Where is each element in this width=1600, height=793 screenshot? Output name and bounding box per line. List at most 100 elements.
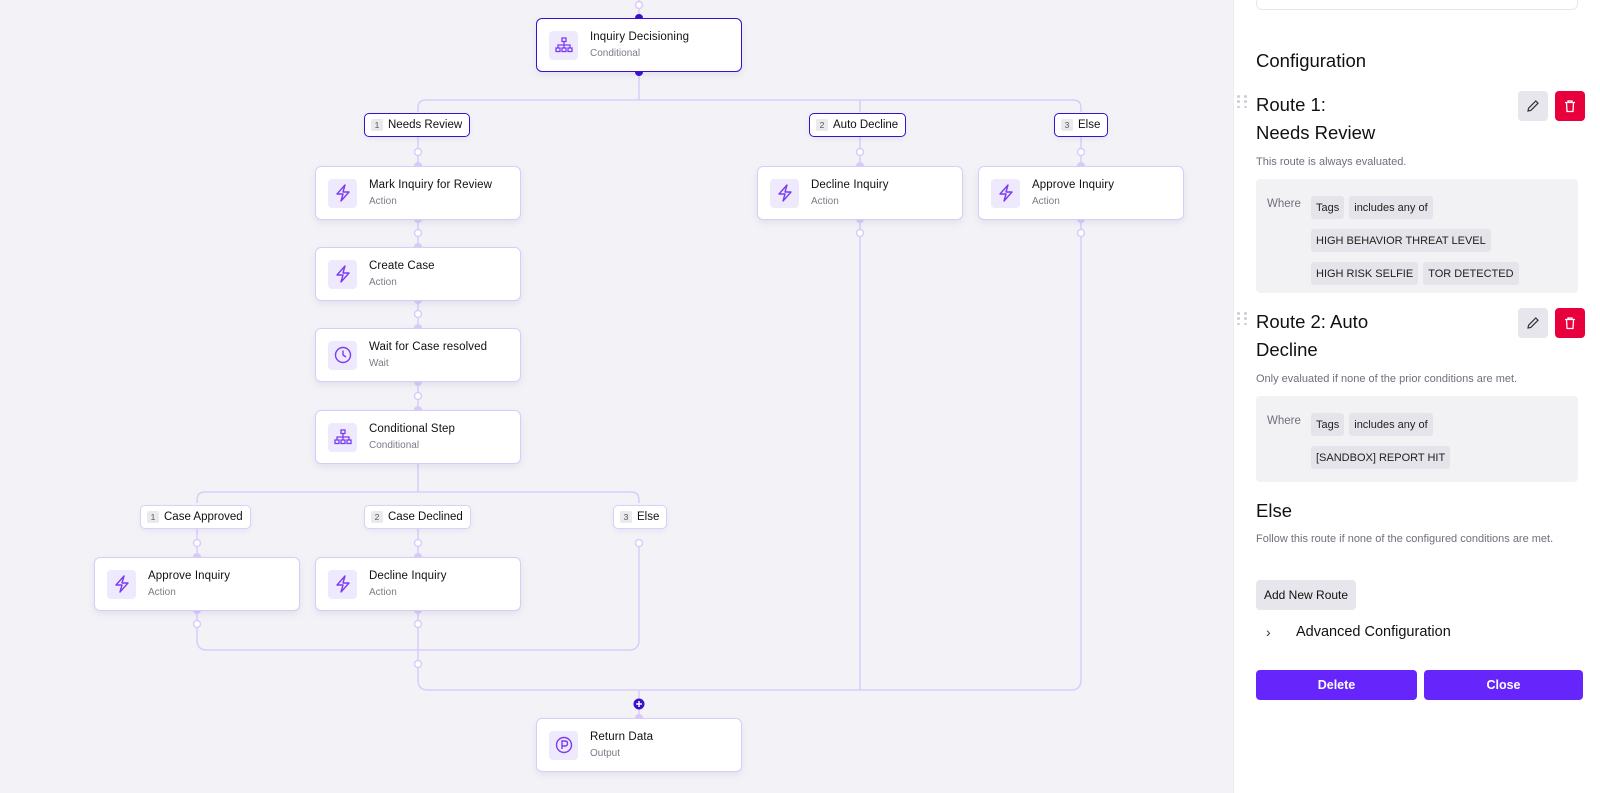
delete-route-button[interactable]: [1555, 91, 1585, 121]
chevron-right-icon: ›: [1266, 624, 1271, 640]
node-inquiry-decisioning[interactable]: Inquiry Decisioning Conditional: [536, 18, 742, 72]
where-label: Where: [1267, 415, 1301, 427]
configuration-panel: Configuration Route 1: Needs Review This…: [1233, 0, 1600, 793]
route-description: Only evaluated if none of the prior cond…: [1256, 373, 1518, 385]
delete-route-button[interactable]: [1555, 308, 1585, 338]
route-title-line2: Needs Review: [1256, 122, 1376, 143]
condition-value[interactable]: [SANDBOX] REPORT HIT: [1311, 446, 1451, 469]
connector-handle[interactable]: [413, 659, 423, 669]
clock-icon: [328, 340, 357, 370]
branch-case-approved[interactable]: 1 Case Approved: [140, 505, 251, 529]
branch-label: Needs Review: [388, 119, 463, 131]
connector-handle[interactable]: [855, 147, 865, 157]
hierarchy-icon: [549, 30, 578, 60]
workflow-canvas[interactable]: Inquiry Decisioning Conditional Mark Inqu…: [0, 0, 1233, 793]
node-decline-inquiry[interactable]: Decline Inquiry Action: [757, 166, 963, 220]
route-title-line2: Decline: [1256, 339, 1318, 360]
branch-number: 2: [816, 119, 828, 131]
branch-number: 3: [620, 511, 632, 523]
edit-route-button[interactable]: [1518, 91, 1548, 121]
route-title: Route 1: Needs Review: [1256, 91, 1496, 147]
condition-value[interactable]: HIGH RISK SELFIE: [1311, 262, 1419, 285]
connector-handle[interactable]: [192, 619, 202, 629]
drag-handle-icon[interactable]: [1237, 95, 1247, 109]
connector-handle[interactable]: [1076, 147, 1086, 157]
route-condition: Where Tags includes any of [SANDBOX] REP…: [1256, 396, 1578, 482]
node-approve-inquiry[interactable]: Approve Inquiry Action: [978, 166, 1184, 220]
delete-button[interactable]: Delete: [1256, 670, 1417, 700]
node-title: Create Case: [369, 260, 435, 272]
branch-else[interactable]: 3 Else: [1054, 113, 1109, 137]
node-wait-case-resolved[interactable]: Wait for Case resolved Wait: [315, 328, 521, 382]
advanced-configuration-toggle[interactable]: › Advanced Configuration: [1266, 624, 1451, 640]
connector-handle[interactable]: [855, 228, 865, 238]
node-decline-inquiry[interactable]: Decline Inquiry Action: [315, 557, 521, 611]
advanced-configuration-label: Advanced Configuration: [1296, 624, 1451, 640]
route-title-line1: Route 2: Auto: [1256, 311, 1369, 332]
drag-handle-icon[interactable]: [1237, 312, 1247, 326]
node-title: Decline Inquiry: [811, 179, 889, 191]
route-condition: Where Tags includes any of HIGH BEHAVIOR…: [1256, 179, 1578, 293]
connector-handle[interactable]: [413, 228, 423, 238]
branch-case-declined[interactable]: 2 Case Declined: [364, 505, 471, 529]
connector-handle[interactable]: [413, 538, 423, 548]
node-type: Action: [811, 196, 839, 207]
node-title: Conditional Step: [369, 423, 455, 435]
where-label: Where: [1267, 198, 1301, 210]
condition-field[interactable]: Tags: [1311, 196, 1345, 219]
hierarchy-icon: [328, 422, 357, 452]
node-mark-inquiry-review[interactable]: Mark Inquiry for Review Action: [315, 166, 521, 220]
branch-label: Case Approved: [164, 511, 243, 523]
node-title: Approve Inquiry: [1032, 179, 1115, 191]
connector-handle[interactable]: [413, 309, 423, 319]
condition-operator[interactable]: includes any of: [1349, 196, 1433, 219]
node-type: Action: [1032, 196, 1060, 207]
branch-auto-decline[interactable]: 2 Auto Decline: [809, 113, 907, 137]
branch-label: Else: [637, 511, 660, 523]
edge-line: [417, 99, 1082, 112]
condition-value[interactable]: TOR DETECTED: [1423, 262, 1519, 285]
node-type: Wait: [369, 358, 389, 369]
node-type: Action: [369, 587, 397, 598]
panel-top-card: [1256, 0, 1578, 10]
node-create-case[interactable]: Create Case Action: [315, 247, 521, 301]
edge-line: [196, 491, 640, 503]
connector-handle[interactable]: [413, 147, 423, 157]
connector-handle[interactable]: [634, 538, 644, 548]
add-new-route-button[interactable]: Add New Route: [1256, 580, 1357, 610]
condition-field[interactable]: Tags: [1311, 413, 1345, 436]
connector-handle[interactable]: [634, 0, 644, 10]
pencil-icon: [1527, 100, 1539, 112]
else-description: Follow this route if none of the configu…: [1256, 533, 1554, 545]
close-button[interactable]: Close: [1424, 670, 1583, 700]
edit-route-button[interactable]: [1518, 308, 1548, 338]
output-p-icon: [549, 730, 578, 760]
lightning-icon: [107, 569, 136, 599]
connector-handle[interactable]: [413, 619, 423, 629]
node-title: Wait for Case resolved: [369, 341, 488, 353]
node-title: Inquiry Decisioning: [590, 31, 690, 43]
node-approve-inquiry[interactable]: Approve Inquiry Action: [94, 557, 300, 611]
trash-icon: [1565, 317, 1575, 330]
connector-handle[interactable]: [1076, 228, 1086, 238]
node-title: Decline Inquiry: [369, 570, 447, 582]
connector-handle[interactable]: [413, 391, 423, 401]
lightning-icon: [328, 259, 357, 289]
branch-else[interactable]: 3 Else: [613, 505, 668, 529]
node-type: Conditional: [590, 48, 641, 59]
add-step-button[interactable]: [633, 698, 645, 710]
route-title-line1: Route 1:: [1256, 94, 1326, 115]
branch-label: Case Declined: [388, 511, 463, 523]
node-conditional-step[interactable]: Conditional Step Conditional: [315, 410, 521, 464]
branch-number: 1: [147, 511, 159, 523]
node-type: Conditional: [369, 440, 420, 451]
condition-operator[interactable]: includes any of: [1349, 413, 1433, 436]
trash-icon: [1565, 100, 1575, 113]
branch-needs-review[interactable]: 1 Needs Review: [364, 113, 471, 137]
node-type: Output: [590, 748, 621, 759]
connector-handle[interactable]: [192, 538, 202, 548]
node-return-data[interactable]: Return Data Output: [536, 718, 742, 772]
route-title: Route 2: Auto Decline: [1256, 308, 1496, 364]
node-type: Action: [148, 587, 176, 598]
condition-value[interactable]: HIGH BEHAVIOR THREAT LEVEL: [1311, 229, 1491, 252]
